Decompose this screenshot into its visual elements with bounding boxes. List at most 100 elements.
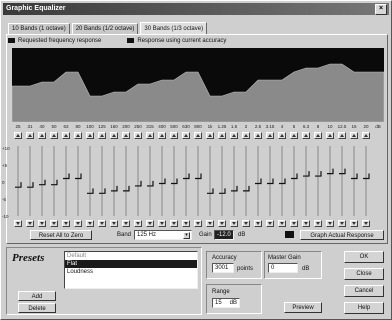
band-up-arrow-icon[interactable]	[314, 132, 322, 139]
band-down-arrow-icon[interactable]	[62, 220, 70, 227]
band-up-arrow-icon[interactable]	[302, 132, 310, 139]
frequency-label: 100	[86, 124, 94, 129]
title-bar[interactable]: Graphic Equalizer ×	[3, 3, 389, 15]
band-up-arrow-icon[interactable]	[194, 132, 202, 139]
band-select[interactable]: 125 Hz ▾	[134, 230, 192, 240]
band-down-arrow-icon[interactable]	[350, 220, 358, 227]
scale-label: -5	[2, 197, 7, 202]
close-icon[interactable]: ×	[375, 4, 387, 15]
scale-label: +10	[2, 146, 10, 151]
band-down-arrow-icon[interactable]	[362, 220, 370, 227]
band-up-arrow-icon[interactable]	[350, 132, 358, 139]
band-up-arrow-icon[interactable]	[170, 132, 178, 139]
accuracy-input[interactable]: 3001	[212, 263, 234, 273]
frequency-label: 40	[39, 124, 45, 129]
band-down-arrow-icon[interactable]	[146, 220, 154, 227]
band-down-arrow-icon[interactable]	[206, 220, 214, 227]
band-down-arrow-icon[interactable]	[302, 220, 310, 227]
band-up-arrow-icon[interactable]	[230, 132, 238, 139]
band-up-arrow-icon[interactable]	[62, 132, 70, 139]
preview-button[interactable]: Preview	[284, 302, 322, 313]
chevron-down-icon[interactable]: ▾	[183, 232, 190, 239]
band-select-value: 125 Hz	[137, 232, 157, 238]
band-up-arrow-icon[interactable]	[86, 132, 94, 139]
cancel-button[interactable]: Cancel	[344, 285, 384, 297]
reset-all-button[interactable]: Reset All to Zero	[30, 230, 92, 240]
band-up-arrow-icon[interactable]	[206, 132, 214, 139]
band-down-arrow-icon[interactable]	[230, 220, 238, 227]
band-up-arrow-icon[interactable]	[146, 132, 154, 139]
band-up-arrow-icon[interactable]	[50, 132, 58, 139]
band-up-arrow-icon[interactable]	[290, 132, 298, 139]
gain-input[interactable]: -12.0	[214, 230, 234, 240]
presets-list[interactable]: Default Flat Loudness	[64, 251, 198, 289]
tab-20-bands[interactable]: 20 Bands (1/2 octave)	[71, 23, 139, 34]
band-up-arrow-icon[interactable]	[98, 132, 106, 139]
band-down-arrow-icon[interactable]	[170, 220, 178, 227]
band-up-arrow-icon[interactable]	[26, 132, 34, 139]
help-button[interactable]: Help	[344, 302, 384, 314]
band-down-arrow-icon[interactable]	[242, 220, 250, 227]
frequency-label: 16	[351, 124, 357, 129]
band-down-arrow-icon[interactable]	[86, 220, 94, 227]
band-up-arrow-icon[interactable]	[110, 132, 118, 139]
graph-toggle-icon[interactable]	[285, 231, 294, 238]
band-down-arrow-icon[interactable]	[38, 220, 46, 227]
add-preset-button[interactable]: Add	[18, 291, 56, 301]
band-up-arrow-icon[interactable]	[74, 132, 82, 139]
band-up-arrow-icon[interactable]	[158, 132, 166, 139]
close-button[interactable]: Close	[344, 268, 384, 280]
master-gain-input[interactable]: 0	[268, 263, 298, 273]
ok-button[interactable]: OK	[344, 251, 384, 263]
band-up-arrow-icon[interactable]	[182, 132, 190, 139]
list-item[interactable]: Default	[65, 252, 197, 260]
band-down-arrow-icon[interactable]	[326, 220, 334, 227]
band-up-arrow-icon[interactable]	[14, 132, 22, 139]
frequency-label: 500	[170, 124, 178, 129]
band-down-arrow-icon[interactable]	[338, 220, 346, 227]
band-down-arrow-icon[interactable]	[194, 220, 202, 227]
frequency-label: 4	[280, 124, 284, 129]
band-up-arrow-icon[interactable]	[278, 132, 286, 139]
frequency-label: 1.25	[217, 124, 227, 129]
band-down-arrow-icon[interactable]	[314, 220, 322, 227]
band-down-arrow-icon[interactable]	[26, 220, 34, 227]
band-up-arrow-icon[interactable]	[362, 132, 370, 139]
band-down-arrow-icon[interactable]	[14, 220, 22, 227]
band-up-arrow-icon[interactable]	[242, 132, 250, 139]
band-up-arrow-icon[interactable]	[38, 132, 46, 139]
band-down-arrow-icon[interactable]	[266, 220, 274, 227]
band-up-arrow-icon[interactable]	[218, 132, 226, 139]
graph-actual-response-button[interactable]: Graph Actual Response	[300, 230, 384, 240]
gain-unit: dB	[238, 232, 246, 238]
band-up-arrow-icon[interactable]	[134, 132, 142, 139]
db-scale: +10 +5 0 -5 -10	[2, 138, 12, 219]
frequency-label: 25	[15, 124, 21, 129]
range-input[interactable]: 15 dB	[212, 298, 240, 308]
tab-30-bands[interactable]: 30 Bands (1/3 octave)	[140, 22, 208, 34]
band-up-arrow-icon[interactable]	[254, 132, 262, 139]
band-down-arrow-icon[interactable]	[182, 220, 190, 227]
presets-title: Presets	[12, 252, 45, 264]
band-up-arrow-icon[interactable]	[338, 132, 346, 139]
band-up-arrow-icon[interactable]	[326, 132, 334, 139]
band-down-arrow-icon[interactable]	[290, 220, 298, 227]
band-up-arrow-icon[interactable]	[122, 132, 130, 139]
frequency-labels: 25 31 40 50 63 80 100 125 160 200 250 315 400 500 630 8…	[12, 124, 384, 132]
list-item[interactable]: Flat	[65, 260, 197, 268]
band-down-arrow-icon[interactable]	[134, 220, 142, 227]
band-down-arrow-icon[interactable]	[122, 220, 130, 227]
scale-label: 0	[2, 180, 5, 185]
band-down-arrow-icon[interactable]	[218, 220, 226, 227]
tab-10-bands[interactable]: 10 Bands (1 octave)	[8, 23, 70, 34]
band-down-arrow-icon[interactable]	[158, 220, 166, 227]
band-down-arrow-icon[interactable]	[98, 220, 106, 227]
band-down-arrow-icon[interactable]	[74, 220, 82, 227]
band-down-arrow-icon[interactable]	[278, 220, 286, 227]
band-down-arrow-icon[interactable]	[254, 220, 262, 227]
delete-preset-button[interactable]: Delete	[18, 303, 56, 313]
band-down-arrow-icon[interactable]	[110, 220, 118, 227]
band-down-arrow-icon[interactable]	[50, 220, 58, 227]
band-up-arrow-icon[interactable]	[266, 132, 274, 139]
list-item[interactable]: Loudness	[65, 268, 197, 276]
